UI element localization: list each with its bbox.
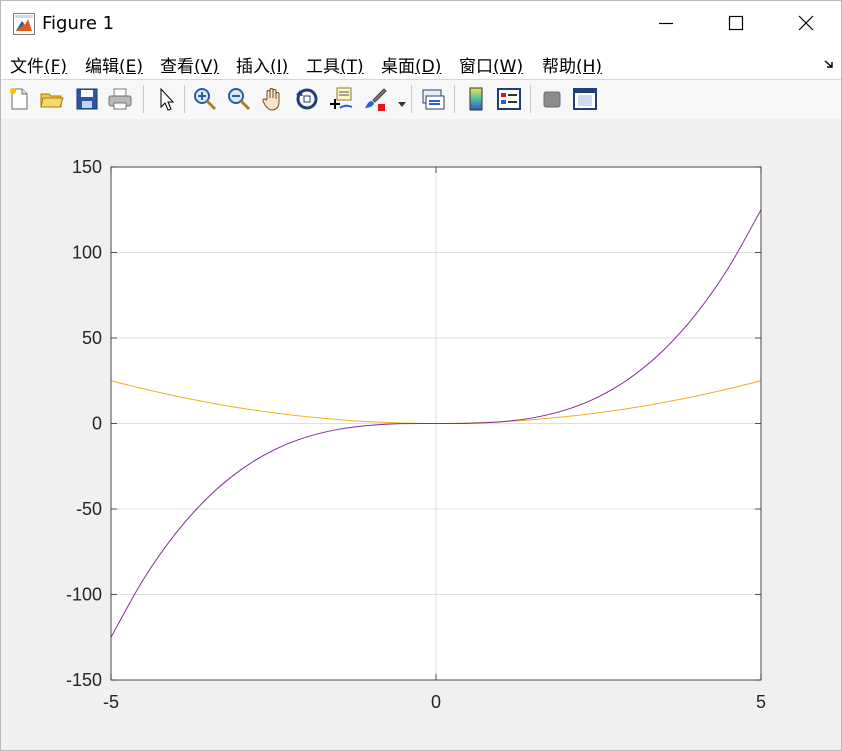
x-tick-label: 5 — [756, 692, 766, 712]
toolbar-separator — [184, 85, 185, 113]
menu-label: 编辑 — [85, 57, 119, 77]
menu-label: 查看 — [160, 57, 194, 77]
figure-window: Figure 1 文件(F) 编辑(E) 查看(V) 插入(I) 工具(T) 桌… — [0, 0, 842, 751]
toolbar-separator — [411, 85, 412, 113]
figure-toolbar — [1, 79, 841, 120]
close-icon — [798, 15, 814, 31]
y-tick-label: 0 — [92, 414, 102, 434]
title-bar[interactable]: Figure 1 — [1, 1, 841, 45]
y-tick-label: 50 — [82, 328, 102, 348]
menu-help[interactable]: 帮助(H) — [542, 52, 602, 77]
menu-label: 插入 — [236, 57, 270, 77]
toolbar-separator — [143, 85, 144, 113]
y-tick-label: 100 — [72, 243, 102, 263]
menu-shortcut: (W) — [493, 57, 524, 77]
menu-desktop[interactable]: 桌面(D) — [381, 52, 441, 77]
hide-plot-tools-icon[interactable] — [539, 86, 565, 112]
y-tick-label: -50 — [76, 499, 102, 519]
figure-canvas: -5 0 5 150 100 50 0 -50 -100 -150 — [1, 119, 841, 750]
data-cursor-icon[interactable] — [328, 86, 354, 112]
save-icon[interactable] — [74, 86, 100, 112]
window-title: Figure 1 — [42, 13, 115, 34]
colorbar-icon[interactable] — [463, 86, 489, 112]
menu-insert[interactable]: 插入(I) — [236, 52, 288, 77]
dock-arrow-icon[interactable] — [823, 57, 835, 69]
maximize-icon — [728, 15, 744, 31]
menu-label: 文件 — [10, 57, 44, 77]
menu-shortcut: (V) — [194, 57, 219, 77]
matlab-figure-icon — [13, 13, 35, 35]
menu-shortcut: (I) — [270, 57, 289, 77]
toolbar-separator — [530, 85, 531, 113]
y-tick-label: -150 — [66, 670, 102, 690]
menu-window[interactable]: 窗口(W) — [459, 52, 523, 77]
x-tick-label: -5 — [103, 692, 119, 712]
menu-bar: 文件(F) 编辑(E) 查看(V) 插入(I) 工具(T) 桌面(D) 窗口(W… — [1, 45, 841, 79]
open-file-icon[interactable] — [39, 86, 65, 112]
menu-shortcut: (E) — [119, 57, 144, 77]
menu-label: 桌面 — [381, 57, 415, 77]
menu-shortcut: (H) — [576, 57, 603, 77]
brush-icon[interactable] — [362, 86, 388, 112]
maximize-button[interactable] — [701, 1, 771, 45]
minimize-icon — [659, 22, 673, 25]
new-figure-icon[interactable] — [6, 86, 32, 112]
rotate-3d-icon[interactable] — [294, 86, 320, 112]
minimize-button[interactable] — [631, 1, 701, 45]
close-button[interactable] — [771, 1, 841, 45]
menu-shortcut: (F) — [44, 57, 68, 77]
plot-svg: -5 0 5150100500-50-100-150 — [66, 157, 766, 712]
legend-icon[interactable] — [496, 86, 522, 112]
x-tick-label: 0 — [431, 692, 441, 712]
pointer-icon[interactable] — [153, 86, 179, 112]
menu-view[interactable]: 查看(V) — [160, 52, 219, 77]
menu-label: 帮助 — [542, 57, 576, 77]
print-icon[interactable] — [107, 86, 133, 112]
menu-shortcut: (T) — [340, 57, 364, 77]
menu-label: 窗口 — [459, 57, 493, 77]
zoom-out-icon[interactable] — [226, 86, 252, 112]
menu-label: 工具 — [306, 57, 340, 77]
link-plot-icon[interactable] — [420, 86, 446, 112]
show-plot-tools-icon[interactable] — [572, 86, 598, 112]
y-tick-label: -100 — [66, 585, 102, 605]
toolbar-separator — [454, 85, 455, 113]
menu-tools[interactable]: 工具(T) — [306, 52, 364, 77]
menu-shortcut: (D) — [415, 57, 442, 77]
brush-dropdown-icon[interactable] — [398, 95, 406, 107]
menu-file[interactable]: 文件(F) — [10, 52, 67, 77]
zoom-in-icon[interactable] — [192, 86, 218, 112]
menu-edit[interactable]: 编辑(E) — [85, 52, 143, 77]
y-tick-label: 150 — [72, 157, 102, 177]
pan-hand-icon[interactable] — [260, 86, 286, 112]
